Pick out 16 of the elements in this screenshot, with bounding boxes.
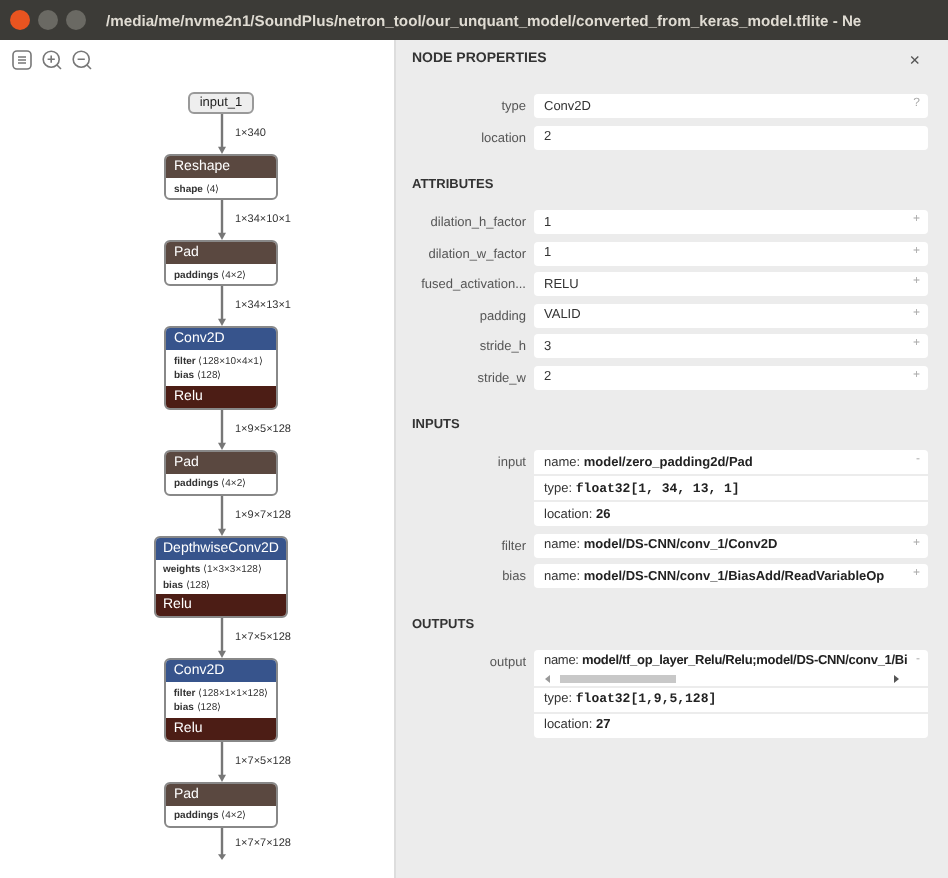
edge-arrow (215, 409, 227, 449)
close-button[interactable]: × (909, 49, 920, 69)
edge-arrow (215, 114, 227, 154)
edge-arrow (215, 495, 227, 535)
horizontal-scrollbar[interactable] (544, 673, 900, 683)
edge-arrow (215, 827, 227, 859)
close-button[interactable] (10, 10, 30, 30)
edge-arrow (215, 200, 227, 240)
edge-arrow (215, 741, 227, 781)
minimize-button[interactable] (38, 10, 58, 30)
edge-arrow (215, 618, 227, 658)
maximize-button[interactable] (66, 10, 86, 30)
sidebar-icon[interactable] (12, 50, 32, 70)
zoom-in-icon[interactable] (42, 50, 62, 70)
zoom-out-icon[interactable] (72, 50, 92, 70)
edge-arrow (215, 286, 227, 326)
